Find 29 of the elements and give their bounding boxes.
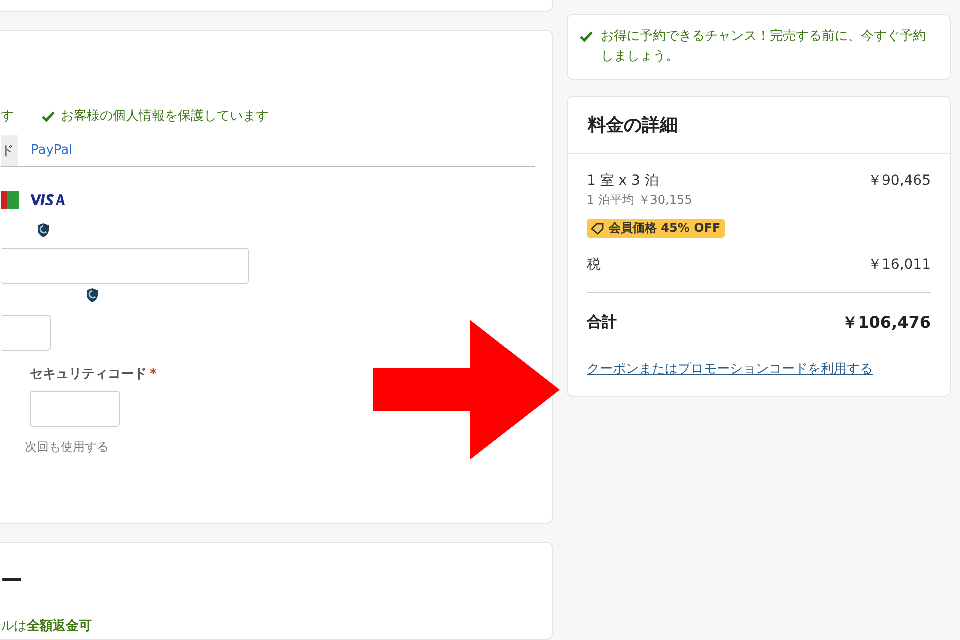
card-title: 料金の詳細	[568, 97, 950, 154]
shield-icon	[86, 288, 99, 303]
field-label: セキュリティコード *	[30, 366, 157, 383]
discount-badge: 会員価格 45% OFF	[587, 219, 725, 238]
line-label: 1 室 x 3 泊	[587, 172, 659, 190]
card-logo-icon	[29, 193, 65, 207]
total-label: 合計	[587, 313, 617, 334]
line-amount: ￥90,465	[868, 172, 931, 190]
section-heading: ー	[1, 571, 23, 593]
line-amount: ￥16,011	[868, 256, 931, 274]
card-logo-icon	[1, 191, 19, 209]
notice-text: お客様の個人情報を保護しています	[61, 108, 269, 125]
checkbox-label: 次回も使用する	[25, 439, 109, 456]
arrow-icon	[372, 320, 562, 462]
alert-text: お得に予約できるチャンス！完売する前に、今すぐ予約しましょう。	[601, 28, 927, 66]
payment-tab[interactable]: PayPal	[31, 135, 83, 166]
shield-icon	[37, 223, 50, 238]
coupon-link[interactable]: クーポンまたはプロモーションコードを利用する	[587, 360, 873, 378]
line-note: 1 泊平均 ￥30,155	[587, 192, 692, 210]
policy-text: ルは全額返金可	[1, 618, 93, 635]
check-icon	[580, 31, 593, 42]
input-field[interactable]	[1, 248, 249, 284]
line-label: 税	[587, 256, 601, 274]
total-amount: ￥106,476	[842, 313, 931, 334]
notice-text: す	[1, 108, 14, 125]
input-field[interactable]	[1, 315, 51, 351]
input-field[interactable]	[30, 391, 120, 427]
check-icon	[42, 110, 55, 122]
payment-tab[interactable]: ド	[1, 135, 18, 166]
